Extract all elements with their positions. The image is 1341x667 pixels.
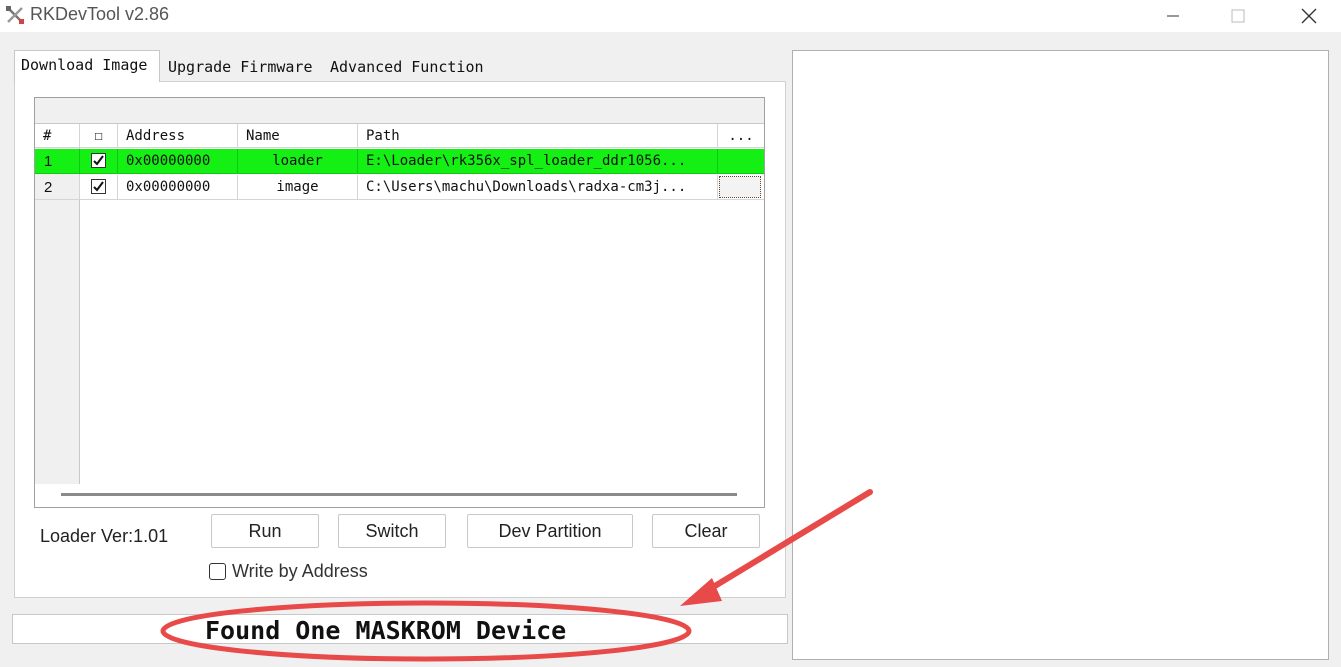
list-header-band xyxy=(35,98,764,124)
table-row[interactable]: 1 0x00000000 loader E:\Loader\rk356x_spl… xyxy=(35,149,764,174)
close-button[interactable] xyxy=(1286,0,1332,32)
log-panel[interactable] xyxy=(792,50,1329,660)
maximize-icon xyxy=(1231,9,1245,23)
tab-advanced-function[interactable]: Advanced Function xyxy=(324,54,490,80)
write-by-address-checkbox[interactable]: Write by Address xyxy=(209,561,368,582)
row-address[interactable]: 0x00000000 xyxy=(118,149,238,174)
row-checkbox-cell xyxy=(80,149,118,174)
clear-button[interactable]: Clear xyxy=(652,514,760,548)
column-header-address[interactable]: Address xyxy=(118,124,238,148)
write-by-address-label: Write by Address xyxy=(232,561,368,581)
title-bar: RKDevTool v2.86 xyxy=(0,0,1341,32)
column-header-check[interactable]: ☐ xyxy=(80,124,118,148)
row-checkbox[interactable] xyxy=(91,153,106,168)
row-number: 1 xyxy=(35,149,80,174)
column-header-number[interactable]: # xyxy=(35,124,80,148)
loader-version: Loader Ver:1.01 xyxy=(40,526,169,546)
row-browse-cell[interactable] xyxy=(718,149,764,174)
column-header-name[interactable]: Name xyxy=(238,124,358,148)
row-name[interactable]: loader xyxy=(238,149,358,174)
checkmark-icon xyxy=(93,181,104,192)
row-browse-cell xyxy=(718,175,764,200)
switch-button[interactable]: Switch xyxy=(338,514,446,548)
tab-upgrade-firmware[interactable]: Upgrade Firmware xyxy=(162,54,319,80)
row-path[interactable]: C:\Users\machu\Downloads\radxa-cm3j... xyxy=(358,175,718,200)
tab-download-image[interactable]: Download Image xyxy=(14,50,160,82)
row-address[interactable]: 0x00000000 xyxy=(118,175,238,200)
minimize-button[interactable] xyxy=(1150,0,1196,32)
close-icon xyxy=(1301,8,1317,24)
rk-tools-icon xyxy=(6,6,24,24)
row-checkbox-cell xyxy=(80,175,118,200)
row-name[interactable]: image xyxy=(238,175,358,200)
checkmark-icon xyxy=(93,155,104,166)
row-number: 2 xyxy=(35,175,80,200)
browse-button[interactable] xyxy=(719,176,761,198)
horizontal-scrollbar[interactable] xyxy=(61,493,737,496)
run-button[interactable]: Run xyxy=(211,514,319,548)
column-header-path[interactable]: Path xyxy=(358,124,718,148)
image-list[interactable]: # ☐ Address Name Path ... 1 0x00000000 l… xyxy=(34,97,765,508)
column-header-more[interactable]: ... xyxy=(718,124,764,148)
dev-partition-button[interactable]: Dev Partition xyxy=(467,514,633,548)
minimize-icon xyxy=(1167,15,1179,17)
row-checkbox[interactable] xyxy=(91,179,106,194)
checkbox-box[interactable] xyxy=(209,563,226,580)
maximize-button[interactable] xyxy=(1215,0,1261,32)
table-row[interactable]: 2 0x00000000 image C:\Users\machu\Downlo… xyxy=(35,175,764,200)
row-path[interactable]: E:\Loader\rk356x_spl_loader_ddr1056... xyxy=(358,149,718,174)
status-message: Found One MASKROM Device xyxy=(205,616,567,645)
window-title: RKDevTool v2.86 xyxy=(30,4,170,24)
